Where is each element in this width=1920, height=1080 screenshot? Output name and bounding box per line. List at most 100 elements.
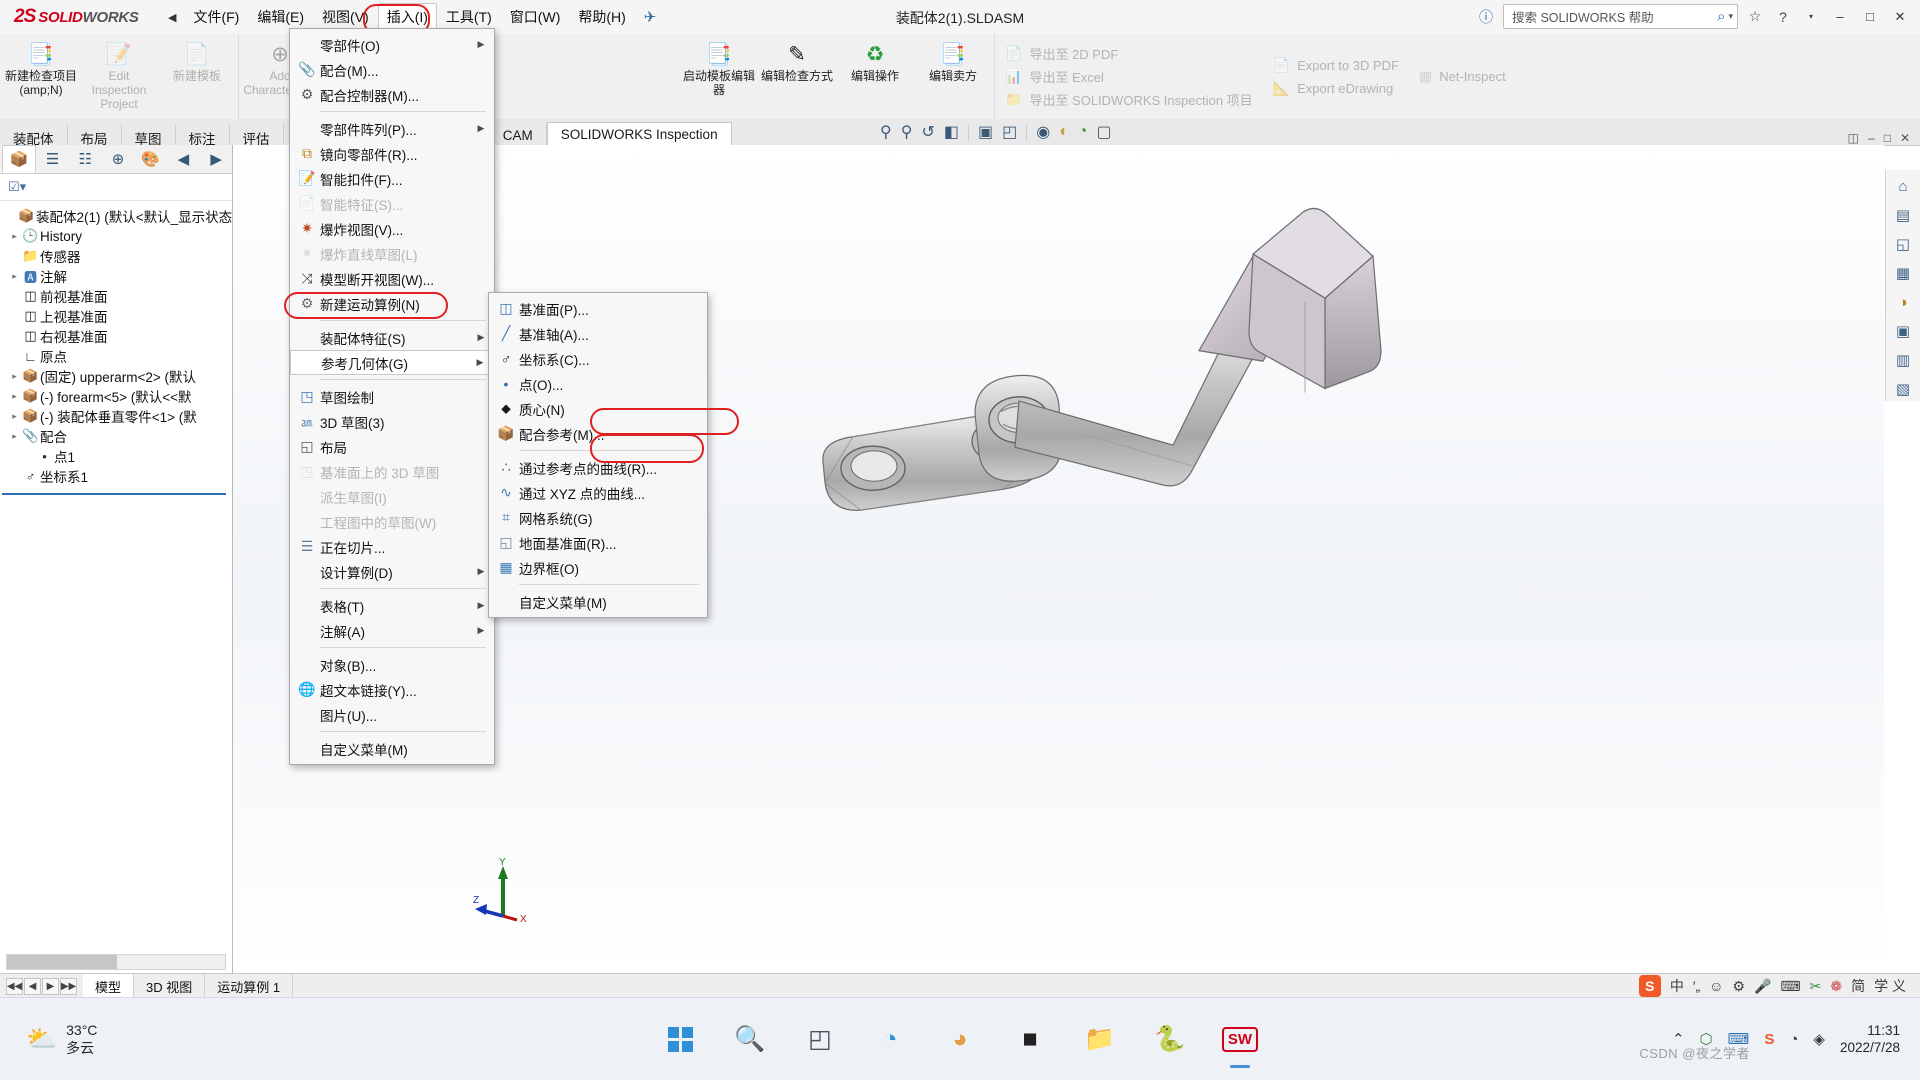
- menu-item-picture[interactable]: 图片(U)...: [290, 702, 494, 727]
- display-manager-icon[interactable]: 🎨: [135, 146, 167, 172]
- export-inspection-project-item[interactable]: 📁 导出至 SOLIDWORKS Inspection 项目: [1005, 90, 1253, 110]
- display-style-icon[interactable]: ◰: [1002, 122, 1017, 142]
- tree-horizontal-scrollbar[interactable]: [6, 954, 226, 970]
- doc-tab-3dviews[interactable]: 3D 视图: [134, 974, 205, 999]
- search-box[interactable]: 搜索 SOLIDWORKS 帮助 ⌕ ▾: [1503, 4, 1738, 29]
- view-orientation-icon[interactable]: ▣: [978, 122, 993, 142]
- tree-node-front-plane[interactable]: ◫ 前视基准面: [0, 286, 232, 306]
- menu-item-components[interactable]: 零部件(O) ▶: [290, 32, 494, 57]
- tree-node-upperarm[interactable]: ▸ 📦 (固定) upperarm<2> (默认: [0, 366, 232, 386]
- appearances-icon[interactable]: ▤: [1890, 203, 1916, 227]
- menu-item-object[interactable]: 对象(B)...: [290, 652, 494, 677]
- export-3d-pdf-item[interactable]: 📄 Export to 3D PDF: [1273, 55, 1399, 75]
- menu-item-annotations[interactable]: 注解(A) ▶: [290, 618, 494, 643]
- chrome-button[interactable]: ◕: [938, 1017, 982, 1061]
- submenu-item-plane[interactable]: ◫ 基准面(P)...: [489, 296, 707, 321]
- tree-node-assembly-root[interactable]: 📦 装配体2(1) (默认<默认_显示状态: [0, 206, 232, 226]
- tree-node-history[interactable]: ▸ 🕒 History: [0, 226, 232, 246]
- tree-node-top-plane[interactable]: ◫ 上视基准面: [0, 306, 232, 326]
- menu-item-new-motion-study[interactable]: ⚙ 新建运动算例(N): [290, 291, 494, 316]
- tree-node-origin[interactable]: ∟ 原点: [0, 346, 232, 366]
- scenes-icon[interactable]: ◱: [1890, 232, 1916, 256]
- menu-item-hyperlink[interactable]: 🌐 超文本链接(Y)...: [290, 677, 494, 702]
- ime-simplified-label[interactable]: 简: [1851, 976, 1865, 996]
- submenu-item-customize-menu[interactable]: 自定义菜单(M): [489, 589, 707, 614]
- ime-mode-label[interactable]: 中: [1670, 976, 1684, 996]
- submenu-item-curve-through-xyz-points[interactable]: ∿ 通过 XYZ 点的曲线...: [489, 480, 707, 505]
- start-button[interactable]: [658, 1017, 702, 1061]
- doc-tab-model[interactable]: 模型: [83, 973, 134, 999]
- keyboard-icon[interactable]: ⌨: [1780, 978, 1800, 995]
- help-circle-icon[interactable]: ⓘ: [1475, 6, 1497, 28]
- menu-item-layout[interactable]: ◱ 布局: [290, 434, 494, 459]
- next-tab-button[interactable]: ▶: [42, 978, 59, 995]
- search-button[interactable]: 🔍: [728, 1017, 772, 1061]
- sogou-logo-icon[interactable]: S: [1639, 975, 1661, 997]
- menu-item-design-study[interactable]: 设计算例(D) ▶: [290, 559, 494, 584]
- close-button[interactable]: ✕: [1888, 6, 1912, 28]
- search-dropdown-icon[interactable]: ▾: [1728, 11, 1733, 22]
- submenu-item-curve-through-reference-points[interactable]: ∴ 通过参考点的曲线(R)...: [489, 455, 707, 480]
- submenu-item-mate-reference[interactable]: 📦 配合参考(M)...: [489, 421, 707, 446]
- submenu-item-axis[interactable]: ╱ 基准轴(A)...: [489, 321, 707, 346]
- edit-appearance-icon[interactable]: ◐: [1059, 123, 1069, 141]
- menu-item-exploded-view[interactable]: ✷ 爆炸视图(V)...: [290, 216, 494, 241]
- decals-icon[interactable]: ▦: [1890, 261, 1916, 285]
- help-chevron-icon[interactable]: ▾: [1800, 6, 1822, 28]
- submenu-item-coordinate-system[interactable]: ♂ 坐标系(C)...: [489, 346, 707, 371]
- export-2d-pdf-item[interactable]: 📄 导出至 2D PDF: [1005, 44, 1253, 64]
- menu-item-model-break-view[interactable]: ⤨ 模型断开视图(W)...: [290, 266, 494, 291]
- expand-toggle[interactable]: ▸: [8, 411, 21, 422]
- panel-resize-handle[interactable]: [228, 518, 232, 554]
- menu-item-assembly-features[interactable]: 装配体特征(S) ▶: [290, 325, 494, 350]
- submenu-item-ground-plane[interactable]: ◱ 地面基准面(R)...: [489, 530, 707, 555]
- settings-icon[interactable]: ⚙: [1732, 978, 1745, 995]
- hide-show-icon[interactable]: ◉: [1036, 122, 1050, 142]
- tree-node-mates[interactable]: ▸ 📎 配合: [0, 426, 232, 446]
- custom-views-icon[interactable]: ▥: [1890, 348, 1916, 372]
- menu-item-sketch[interactable]: ◳ 草图绘制: [290, 384, 494, 409]
- expand-toggle[interactable]: ▸: [8, 271, 21, 282]
- search-icon[interactable]: ⌕: [1717, 8, 1725, 25]
- tree-node-right-plane[interactable]: ◫ 右视基准面: [0, 326, 232, 346]
- menu-item-mate[interactable]: 📎 配合(M)...: [290, 57, 494, 82]
- doc-maximize-icon[interactable]: □: [1884, 131, 1891, 145]
- previous-view-icon[interactable]: ↺: [921, 122, 934, 142]
- insert-dropdown-menu[interactable]: 零部件(O) ▶ 📎 配合(M)... ⚙ 配合控制器(M)... 零部件阵列(…: [289, 28, 495, 765]
- tree-node-coordinate-system1[interactable]: ♂ 坐标系1: [0, 466, 232, 486]
- launch-template-editor-button[interactable]: 📑 启动模板编辑器: [680, 38, 758, 102]
- tab-markup[interactable]: 标注: [176, 124, 230, 145]
- prev-tab-button[interactable]: ◀: [24, 978, 41, 995]
- menu-item-mirror-components[interactable]: ⧉ 镜向零部件(R)...: [290, 141, 494, 166]
- view-settings-icon[interactable]: ▢: [1097, 122, 1112, 142]
- expand-toggle[interactable]: ▸: [8, 371, 21, 382]
- restore-layout-icon[interactable]: ◫: [1848, 131, 1859, 145]
- ime-punctuation-icon[interactable]: ′„: [1693, 978, 1700, 994]
- tree-filter-bar[interactable]: ☑▾: [0, 174, 232, 201]
- tab-assembly[interactable]: 装配体: [0, 124, 68, 145]
- help-question-icon[interactable]: ?: [1772, 6, 1794, 28]
- configuration-manager-icon[interactable]: ☷: [69, 146, 101, 172]
- menu-item-3d-sketch[interactable]: ㏂ 3D 草图(3): [290, 409, 494, 434]
- tab-layout[interactable]: 布局: [68, 124, 122, 145]
- tree-node-vertical-part[interactable]: ▸ 📦 (-) 装配体垂直零件<1> (默: [0, 406, 232, 426]
- property-manager-icon[interactable]: ☰: [37, 146, 69, 172]
- lights-icon[interactable]: ◑: [1890, 290, 1916, 314]
- cameras-icon[interactable]: ▣: [1890, 319, 1916, 343]
- task-view-button[interactable]: ◰: [798, 1017, 842, 1061]
- last-tab-button[interactable]: ▶▶: [60, 978, 77, 995]
- explorer-button[interactable]: 📁: [1078, 1017, 1122, 1061]
- maximize-button[interactable]: □: [1858, 6, 1882, 28]
- menu-item-reference-geometry[interactable]: 参考几何体(G) ▶: [290, 350, 494, 375]
- expand-toggle[interactable]: ▸: [8, 391, 21, 402]
- terminal-button[interactable]: ■: [1008, 1017, 1052, 1061]
- section-view-icon[interactable]: ◧: [944, 122, 959, 142]
- flower-icon[interactable]: ❁: [1830, 978, 1842, 995]
- ime-learn-label[interactable]: 学 义: [1874, 976, 1906, 996]
- display-states-icon[interactable]: ▧: [1890, 377, 1916, 401]
- tab-sketch[interactable]: 草图: [122, 124, 176, 145]
- submenu-item-point[interactable]: • 点(O)...: [489, 371, 707, 396]
- tree-prev-icon[interactable]: ◀: [168, 146, 200, 172]
- reference-geometry-submenu[interactable]: ◫ 基准面(P)... ╱ 基准轴(A)... ♂ 坐标系(C)... • 点(…: [488, 292, 708, 618]
- tree-node-annotations[interactable]: ▸ 🅰 注解: [0, 266, 232, 286]
